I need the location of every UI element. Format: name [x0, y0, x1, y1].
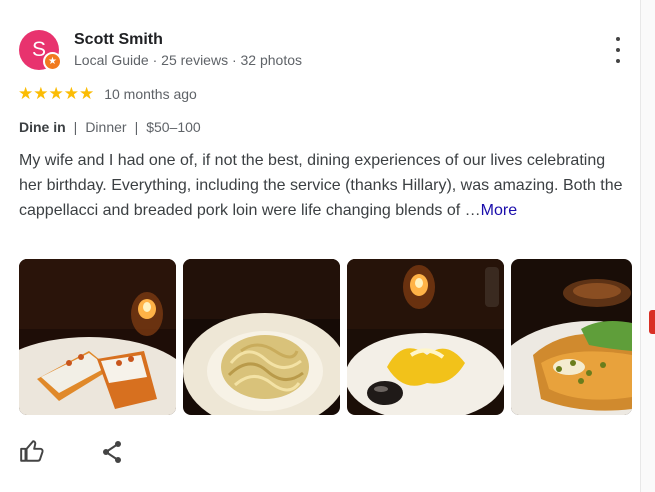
service-type: Dine in: [19, 119, 66, 135]
price-range: $50–100: [146, 119, 201, 135]
breaded-pork-loin-photo[interactable]: [511, 259, 632, 415]
review-time: 10 months ago: [104, 86, 197, 102]
toast-appetizer-photo[interactable]: [19, 259, 176, 415]
review-card: S ★ Scott Smith Local Guide · 25 reviews…: [0, 0, 655, 492]
review-ellipsis: …: [464, 202, 481, 219]
cappellacci-plate-photo[interactable]: [347, 259, 504, 415]
details-separator: |: [134, 119, 139, 135]
scrollbar-track[interactable]: [640, 0, 655, 492]
thumb-up-icon[interactable]: [19, 438, 45, 464]
visit-details: Dine in | Dinner | $50–100: [19, 119, 201, 135]
more-link[interactable]: More: [481, 202, 517, 219]
share-icon[interactable]: [101, 440, 123, 464]
meal-type: Dinner: [85, 119, 127, 135]
more-vert-icon[interactable]: [606, 37, 630, 63]
details-separator: |: [73, 119, 78, 135]
review-text: My wife and I had one of, if not the bes…: [19, 148, 631, 223]
local-guide-star-icon: ★: [43, 52, 62, 71]
author-name[interactable]: Scott Smith: [74, 31, 163, 49]
review-body: My wife and I had one of, if not the bes…: [19, 152, 623, 219]
rating-row: ★★★★★ 10 months ago: [18, 84, 197, 104]
photo-strip: [19, 259, 632, 415]
avatar[interactable]: S ★: [19, 30, 62, 71]
pasta-plate-photo[interactable]: [183, 259, 340, 415]
author-meta: Local Guide · 25 reviews · 32 photos: [74, 52, 303, 68]
star-rating: ★★★★★: [18, 84, 95, 103]
side-edge-marker: [649, 310, 655, 334]
